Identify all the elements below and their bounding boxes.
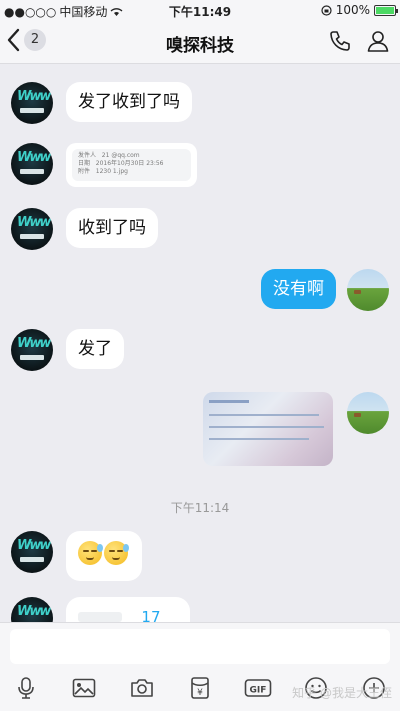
brand-logo: Www [17,89,51,104]
battery-percent: 100% [335,3,370,17]
card-attachment-label: 附件 [78,168,91,175]
card-sender-domain: @qq.com [111,152,140,159]
watermark: 知乎 @我是大王侄 [292,686,392,700]
nav-actions [328,29,390,53]
card-sender-label: 发件人 [78,152,97,159]
message-bubble[interactable]: 收到了吗 [66,208,158,248]
emoji-message[interactable] [66,531,142,581]
logo-bar [20,355,44,360]
contact-avatar[interactable]: Www [11,531,53,573]
card-date-label: 日期 [78,160,91,167]
my-message-bubble[interactable]: 没有啊 [261,269,336,309]
microphone-icon [18,677,34,699]
brand-logo: Www [17,538,51,553]
image-message[interactable] [203,392,333,466]
battery-icon [374,4,398,16]
phone-icon[interactable] [328,29,352,53]
logo-bar [20,234,44,239]
contact-avatar[interactable]: Www [11,143,53,185]
logo-bar [20,557,44,562]
email-card-content: 发件人 21 @qq.com 日期 2016年10月30日 23:56 附件 1… [72,149,191,181]
message-timestamp: 下午11:14 [170,501,230,515]
brand-logo: Www [17,215,51,230]
card-sender-value: 21 [101,152,110,159]
contact-avatar[interactable]: Www [11,208,53,250]
image-detail [209,426,324,428]
avatar-cow [354,413,361,417]
red-packet-button[interactable]: ¥ [185,673,215,703]
card-date-value: 2016年10月30日 23:56 [95,160,164,167]
link-number[interactable]: 17 [141,608,160,622]
message-bubble[interactable]: 发了 [66,329,124,369]
image-detail [209,438,309,440]
status-bar: ●●○○○ 中国移动 下午11:49 100% [0,0,400,20]
svg-text:GIF: GIF [250,686,267,696]
profile-icon[interactable] [366,29,390,53]
contact-avatar[interactable]: Www [11,82,53,124]
avatar-cow [354,290,361,294]
nav-bar: 2 嗅探科技 [0,20,400,64]
camera-icon [131,679,153,697]
image-icon [72,678,96,698]
sweat-emoji-icon [104,541,129,565]
photo-button[interactable] [69,673,99,703]
contact-avatar[interactable]: Www [11,597,53,622]
message-input[interactable] [10,629,390,664]
orientation-lock-icon [321,4,332,16]
redacted-text [78,612,122,622]
svg-text:¥: ¥ [197,688,203,698]
logo-bar [20,108,44,113]
sweat-emoji-icon [78,541,103,565]
camera-button[interactable] [127,673,157,703]
gif-button[interactable]: GIF [243,673,273,703]
red-packet-icon: ¥ [191,677,209,699]
email-card-message[interactable]: 发件人 21 @qq.com 日期 2016年10月30日 23:56 附件 1… [66,143,197,187]
image-detail [209,400,249,403]
brand-logo: Www [17,150,51,165]
logo-bar [20,169,44,174]
gif-icon: GIF [244,679,272,697]
brand-logo: Www [17,336,51,351]
status-right: 100% [321,3,398,17]
brand-logo: Www [17,604,51,619]
contact-avatar[interactable]: Www [11,329,53,371]
chat-messages[interactable]: Www 发了收到了吗 Www 发件人 21 @qq.com 日期 2016年10… [0,65,400,622]
card-attachment-value: 1230 1.jpg [95,168,128,175]
message-bubble[interactable]: 17 [66,597,190,622]
message-bubble[interactable]: 发了收到了吗 [66,82,192,122]
voice-button[interactable] [11,673,41,703]
image-detail [209,414,319,416]
my-avatar[interactable] [347,269,389,311]
my-avatar[interactable] [347,392,389,434]
